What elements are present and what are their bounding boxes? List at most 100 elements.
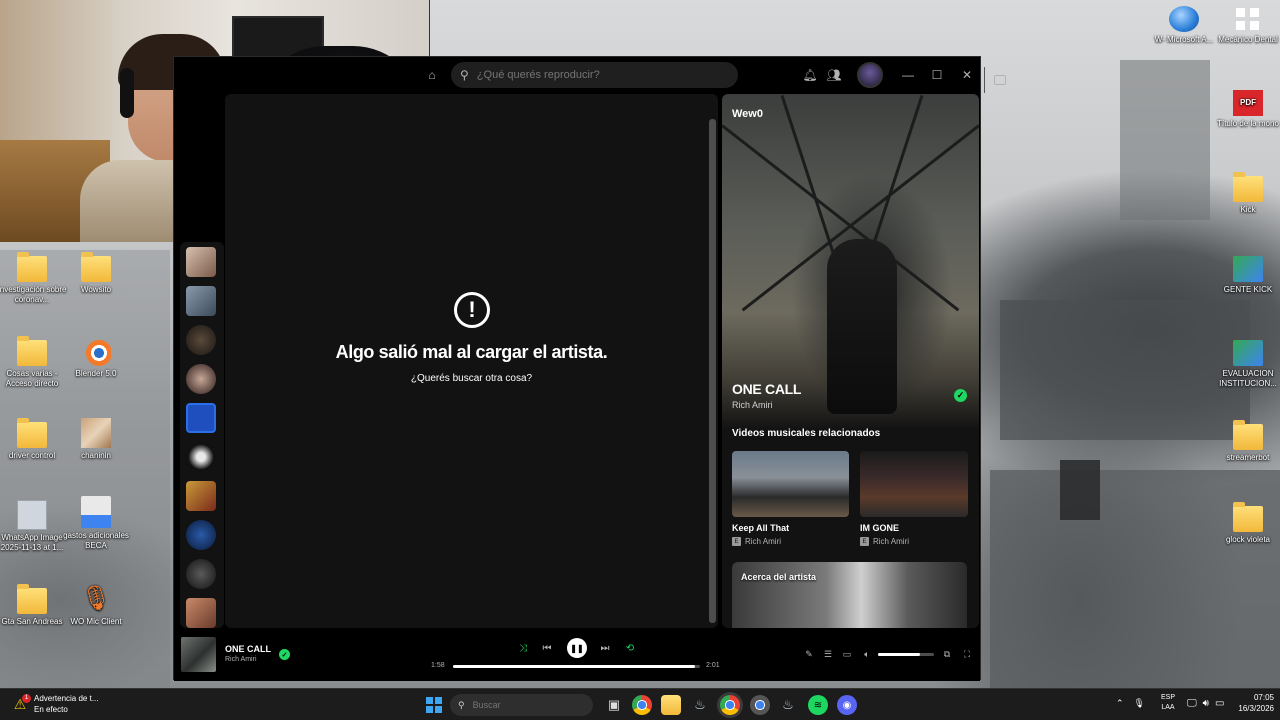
chrome-alt-profile-icon[interactable] <box>750 695 770 715</box>
desktop-icon-gente-kick[interactable]: GENTE KICK <box>1211 256 1280 295</box>
library-item-8[interactable] <box>186 520 216 550</box>
close-icon[interactable]: ✕ <box>959 67 975 83</box>
related-video-thumb[interactable] <box>860 451 968 517</box>
now-playing-cover[interactable] <box>181 637 216 672</box>
desktop-icon-streamerbot[interactable]: streamerbot <box>1211 420 1280 463</box>
search-bar[interactable]: ⚲ <box>451 62 1006 93</box>
language-indicator[interactable]: ESP LAA <box>1161 693 1175 713</box>
library-item-10[interactable] <box>186 598 216 628</box>
show-hidden-icons-chevron-icon[interactable]: ⌃ <box>1116 698 1124 709</box>
fullscreen-icon[interactable]: ⛶ <box>960 647 974 661</box>
chrome-icon[interactable] <box>632 695 652 715</box>
player-track-title[interactable]: ONE CALL <box>225 644 271 654</box>
microphone-tray-icon[interactable]: 🎙︎ <box>1134 698 1145 709</box>
maximize-icon[interactable]: ☐ <box>929 67 945 83</box>
related-video-artist[interactable]: E Rich Amiri <box>860 537 909 546</box>
network-icon[interactable]: 🖵︎ <box>1187 698 1197 709</box>
file-explorer-icon[interactable] <box>661 695 681 715</box>
pause-button[interactable]: ❚❚ <box>567 638 587 658</box>
previous-track-icon[interactable]: ⏮︎ <box>539 640 555 656</box>
steam-alt-icon[interactable]: ♨ <box>778 695 798 715</box>
clock-date: 16/3/2026 <box>1238 704 1274 713</box>
globe-icon <box>1169 6 1199 32</box>
sheets-file-icon <box>1233 256 1263 282</box>
saved-check-icon[interactable]: ✓ <box>954 389 967 402</box>
search-icon: ⚲ <box>460 68 469 82</box>
desktop-icon-chaninin[interactable]: chaninin <box>59 418 133 461</box>
shuffle-icon[interactable]: ⤨ <box>515 640 531 656</box>
friend-activity-icon[interactable]: 👥︎ <box>826 67 842 83</box>
avatar[interactable] <box>857 62 883 88</box>
related-video-title[interactable]: Keep All That <box>732 523 789 533</box>
related-video-title[interactable]: IM GONE <box>860 523 899 533</box>
desktop-icon-kick[interactable]: Kick <box>1211 172 1280 215</box>
task-view-icon[interactable]: ▣ <box>604 695 624 715</box>
desktop-icon-gastos-beca[interactable]: gastos adicionales BECA <box>59 496 133 551</box>
library-item-3[interactable] <box>186 325 216 355</box>
clock-time: 07:05 <box>1253 693 1274 702</box>
now-playing-artist[interactable]: Rich Amiri <box>732 400 773 410</box>
clock[interactable]: 07:05 16/3/2026 <box>1238 692 1274 714</box>
warning-title: Advertencia de t... <box>34 694 99 703</box>
discord-icon[interactable]: ◉ <box>837 695 857 715</box>
desktop-icon-pdf-monografia[interactable]: PDF Título de la mono <box>1211 90 1280 129</box>
folder-icon <box>17 252 47 282</box>
steam-icon[interactable]: ♨ <box>690 695 710 715</box>
now-playing-header: Wew0 <box>732 108 763 120</box>
volume-icon[interactable]: 🔈︎ <box>860 647 874 661</box>
related-video-artist[interactable]: E Rich Amiri <box>732 537 781 546</box>
playback-progress-bar[interactable] <box>453 665 700 668</box>
library-item-6[interactable] <box>186 442 216 472</box>
queue-icon[interactable]: ☰ <box>821 647 835 661</box>
search-icon: ⚲ <box>458 699 465 710</box>
desktop-icon-mecanico-dental[interactable]: Mecánico Dental <box>1211 6 1280 45</box>
folder-icon <box>1233 172 1263 202</box>
notifications-bell-icon[interactable]: 🔔︎ <box>802 67 818 83</box>
weather-warning[interactable]: ⚠ 1 Advertencia de t... En efecto <box>12 693 98 715</box>
image-thumbnail-icon <box>81 418 111 448</box>
system-tray: ⌃ 🎙︎ ESP LAA 🖵︎ 🔊︎ ▭ 07:05 16/3/2026 <box>1116 692 1274 714</box>
spotify-window: ⌂ ⚲ 🔔︎ 👥︎ — ☐ ✕ ! Algo salió mal al carg… <box>173 56 1006 681</box>
desktop-icon-wowsito[interactable]: Wowsito <box>59 252 133 295</box>
desktop-icon-wo-mic[interactable]: 🎙 WO Mic Client <box>59 584 133 627</box>
library-item-2[interactable] <box>186 286 216 316</box>
miniplayer-icon[interactable]: ⧉ <box>940 647 954 661</box>
library-item-1[interactable] <box>186 247 216 277</box>
browse-button[interactable] <box>984 67 1015 93</box>
next-track-icon[interactable]: ⏭︎ <box>597 640 613 656</box>
about-artist-card[interactable]: Acerca del artista <box>732 562 967 628</box>
desktop-icon-microsoft-edge[interactable]: W- Microsoft A... <box>1147 6 1221 45</box>
windows-start-icon[interactable] <box>424 695 444 715</box>
battery-icon[interactable]: ▭ <box>1215 698 1224 709</box>
search-input[interactable] <box>476 69 697 81</box>
volume-slider[interactable] <box>878 653 934 656</box>
home-icon[interactable]: ⌂ <box>424 67 440 83</box>
player-saved-check-icon[interactable]: ✓ <box>279 649 290 660</box>
about-artist-label: Acerca del artista <box>741 572 817 582</box>
taskbar-search-input[interactable] <box>472 700 563 710</box>
library-item-5[interactable] <box>186 403 216 433</box>
player-bar: ONE CALL Rich Amiri ✓ ⤨ ⏮︎ ❚❚ ⏭︎ ⟲ 1:58 … <box>174 631 980 681</box>
canvas-video <box>722 94 979 430</box>
minimize-icon[interactable]: — <box>900 67 916 83</box>
repeat-icon[interactable]: ⟲ <box>622 640 638 656</box>
player-track-artist[interactable]: Rich Amiri <box>225 656 257 663</box>
library-item-4[interactable] <box>186 364 216 394</box>
taskbar-search[interactable]: ⚲ <box>450 694 593 716</box>
desktop-icon-evaluacion[interactable]: EVALUACION INSTITUCION... <box>1211 340 1280 389</box>
spotify-taskbar-icon[interactable]: ≋ <box>808 695 828 715</box>
lyrics-icon[interactable]: ✎ <box>802 647 816 661</box>
connect-device-icon[interactable]: ▭ <box>840 647 854 661</box>
desktop-icon-glock-violeta[interactable]: glock violeta <box>1211 502 1280 545</box>
now-playing-song-title[interactable]: ONE CALL <box>732 381 801 397</box>
library-item-7[interactable] <box>186 481 216 511</box>
library-item-9[interactable] <box>186 559 216 589</box>
pdf-file-icon: PDF <box>1233 90 1263 116</box>
related-video-thumb[interactable] <box>732 451 849 517</box>
main-scrollbar[interactable] <box>709 119 716 623</box>
desktop-icon-blender[interactable]: Blender 5.0 <box>59 340 133 379</box>
error-subtitle[interactable]: ¿Querés buscar otra cosa? <box>225 373 718 384</box>
speaker-icon[interactable]: 🔊︎ <box>1203 698 1209 709</box>
folder-icon <box>1233 502 1263 532</box>
chrome-profile-icon[interactable] <box>720 695 740 715</box>
